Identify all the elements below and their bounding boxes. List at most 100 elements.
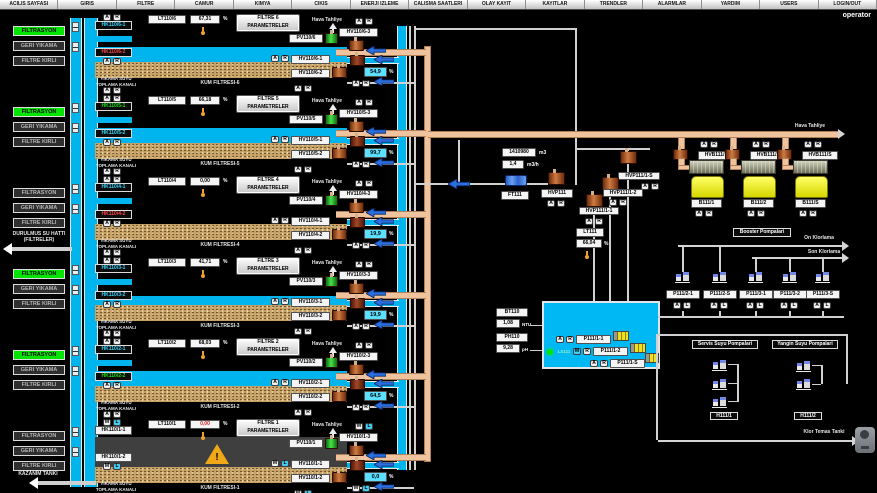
menu-item-0[interactable]: ACILIS SAYFASI — [0, 0, 58, 9]
filtrasyon-status[interactable]: FILTRASYON — [13, 269, 65, 279]
hv2-valve-icon[interactable] — [332, 148, 347, 159]
hk-valve-1-label[interactable]: HK110/4-1 — [95, 183, 132, 192]
hv3-valve-icon[interactable] — [349, 202, 364, 213]
auto-button[interactable]: A — [103, 95, 111, 102]
auto-button[interactable]: A — [747, 210, 755, 217]
auto-button[interactable]: A — [103, 301, 111, 308]
hv2-valve-icon[interactable] — [332, 391, 347, 402]
reset-button[interactable]: R — [113, 301, 121, 308]
reset-button[interactable]: R — [281, 136, 289, 143]
hk-valve-1-label[interactable]: HK110/3-1 — [95, 264, 132, 273]
auto-button[interactable]: A — [780, 302, 788, 309]
reset-button[interactable]: L — [362, 485, 370, 492]
reset-button[interactable]: L — [113, 419, 121, 426]
hv2-valve-label[interactable]: HV110/5-2 — [291, 150, 330, 159]
pv-valve-icon[interactable] — [325, 438, 338, 449]
reset-button[interactable]: R — [365, 342, 373, 349]
reset-button[interactable]: R — [762, 141, 770, 148]
pv-valve-icon[interactable] — [325, 357, 338, 368]
filtrasyon-status[interactable]: FILTRASYON — [13, 188, 65, 198]
pv-valve-label[interactable]: PV110/6 — [289, 34, 323, 43]
auto-button[interactable]: A — [103, 139, 111, 146]
hv1-valve-icon[interactable] — [350, 298, 365, 309]
service-pumps-label[interactable]: H111/1 — [710, 412, 738, 420]
reset-button[interactable]: L — [113, 463, 121, 470]
geri-yikama-status[interactable]: GERI YIKAMA — [13, 284, 65, 294]
reset-button[interactable]: R — [113, 95, 121, 102]
hv1-valve-icon[interactable] — [350, 136, 365, 147]
reset-button[interactable]: R — [113, 257, 121, 264]
filtrasyon-status[interactable]: FILTRASYON — [13, 26, 65, 36]
hv3-valve-label[interactable]: HV110/3-3 — [339, 271, 378, 280]
reset-button[interactable]: R — [365, 99, 373, 106]
pv-valve-label[interactable]: PV110/1 — [289, 439, 323, 448]
hv3-valve-label[interactable]: HV110/2-3 — [339, 352, 378, 361]
auto-button[interactable]: M — [271, 460, 279, 467]
hvp-main-valve-label[interactable]: HVP111 — [541, 189, 573, 198]
reset-button[interactable]: R — [304, 328, 312, 335]
hv3-valve-icon[interactable] — [349, 364, 364, 375]
booster-pump-label[interactable]: P111/2-S — [703, 290, 737, 299]
hv2-valve-icon[interactable] — [332, 472, 347, 483]
hv1-valve-label[interactable]: HV110/4-1 — [291, 217, 330, 226]
auto-button[interactable]: A — [103, 168, 111, 175]
reset-button[interactable]: R — [651, 183, 659, 190]
reset-button[interactable]: R — [113, 14, 121, 21]
reset-button[interactable]: R — [281, 55, 289, 62]
filter-parameters-button[interactable]: FILTRE 1PARAMETRELER — [236, 419, 300, 437]
hk-valve-1-label[interactable]: HK110/1-1 — [95, 426, 132, 435]
auto-button[interactable]: A — [103, 14, 111, 21]
geri-yikama-status[interactable]: GERI YIKAMA — [13, 446, 65, 456]
reset-button[interactable]: R — [362, 242, 370, 249]
geri-yikama-status[interactable]: GERI YIKAMA — [13, 41, 65, 51]
auto-button[interactable]: A — [799, 210, 807, 217]
reset-button[interactable]: R — [365, 18, 373, 25]
hv1-valve-icon[interactable] — [350, 379, 365, 390]
menu-item-8[interactable]: OLAY KAYIT — [468, 0, 526, 9]
fire-pumps-label[interactable]: H111/2 — [794, 412, 822, 420]
reset-button[interactable]: R — [113, 87, 121, 94]
reset-button[interactable]: R — [113, 168, 121, 175]
geri-yikama-status[interactable]: GERI YIKAMA — [13, 122, 65, 132]
hk-valve-2-label[interactable]: HK110/3-2 — [95, 291, 132, 300]
hv2-valve-label[interactable]: HV110/1-2 — [291, 474, 330, 483]
filter-parameters-button[interactable]: FILTRE 3PARAMETRELER — [236, 257, 300, 275]
reset-button[interactable]: L — [823, 302, 831, 309]
blower-valve-label[interactable]: HVB111/S — [802, 151, 838, 160]
hv2-valve-label[interactable]: HV110/6-2 — [291, 69, 330, 78]
hv1-valve-label[interactable]: HV110/1-1 — [291, 460, 330, 469]
menu-item-4[interactable]: KIMYA — [234, 0, 292, 9]
reset-button[interactable]: L — [365, 423, 373, 430]
auto-button[interactable]: A — [352, 323, 360, 330]
hv2-valve-icon[interactable] — [332, 67, 347, 78]
reset-button[interactable]: R — [362, 404, 370, 411]
hk-valve-2-label[interactable]: HK110/6-2 — [95, 48, 132, 57]
hv2-valve-icon[interactable] — [332, 229, 347, 240]
blower-unit-label[interactable]: B111/1 — [691, 199, 722, 208]
auto-button[interactable]: A — [609, 199, 617, 206]
pv-valve-icon[interactable] — [325, 33, 338, 44]
reset-button[interactable]: R — [113, 139, 121, 146]
auto-button[interactable]: A — [590, 360, 598, 367]
hv3-valve-icon[interactable] — [349, 445, 364, 456]
menu-item-3[interactable]: CAMUR — [175, 0, 233, 9]
auto-button[interactable]: M — [352, 485, 360, 492]
hv1-valve-label[interactable]: HV110/2-1 — [291, 379, 330, 388]
auto-button[interactable]: A — [103, 176, 111, 183]
auto-button[interactable]: M — [103, 419, 111, 426]
auto-button[interactable]: A — [355, 342, 363, 349]
auto-button[interactable]: A — [355, 99, 363, 106]
hv3-valve-icon[interactable] — [349, 40, 364, 51]
hvp-s-valve-icon[interactable] — [620, 151, 637, 164]
auto-button[interactable]: A — [271, 379, 279, 386]
hk-valve-1-label[interactable]: HK110/5-1 — [95, 102, 132, 111]
auto-button[interactable]: A — [103, 411, 111, 418]
auto-button[interactable]: M — [103, 463, 111, 470]
auto-button[interactable]: A — [547, 200, 555, 207]
auto-button[interactable]: A — [271, 55, 279, 62]
pv-valve-label[interactable]: PV110/4 — [289, 196, 323, 205]
auto-button[interactable]: A — [352, 404, 360, 411]
hk-valve-2-label[interactable]: HK110/2-2 — [95, 372, 132, 381]
reset-button[interactable]: R — [113, 411, 121, 418]
reset-button[interactable]: R — [557, 200, 565, 207]
